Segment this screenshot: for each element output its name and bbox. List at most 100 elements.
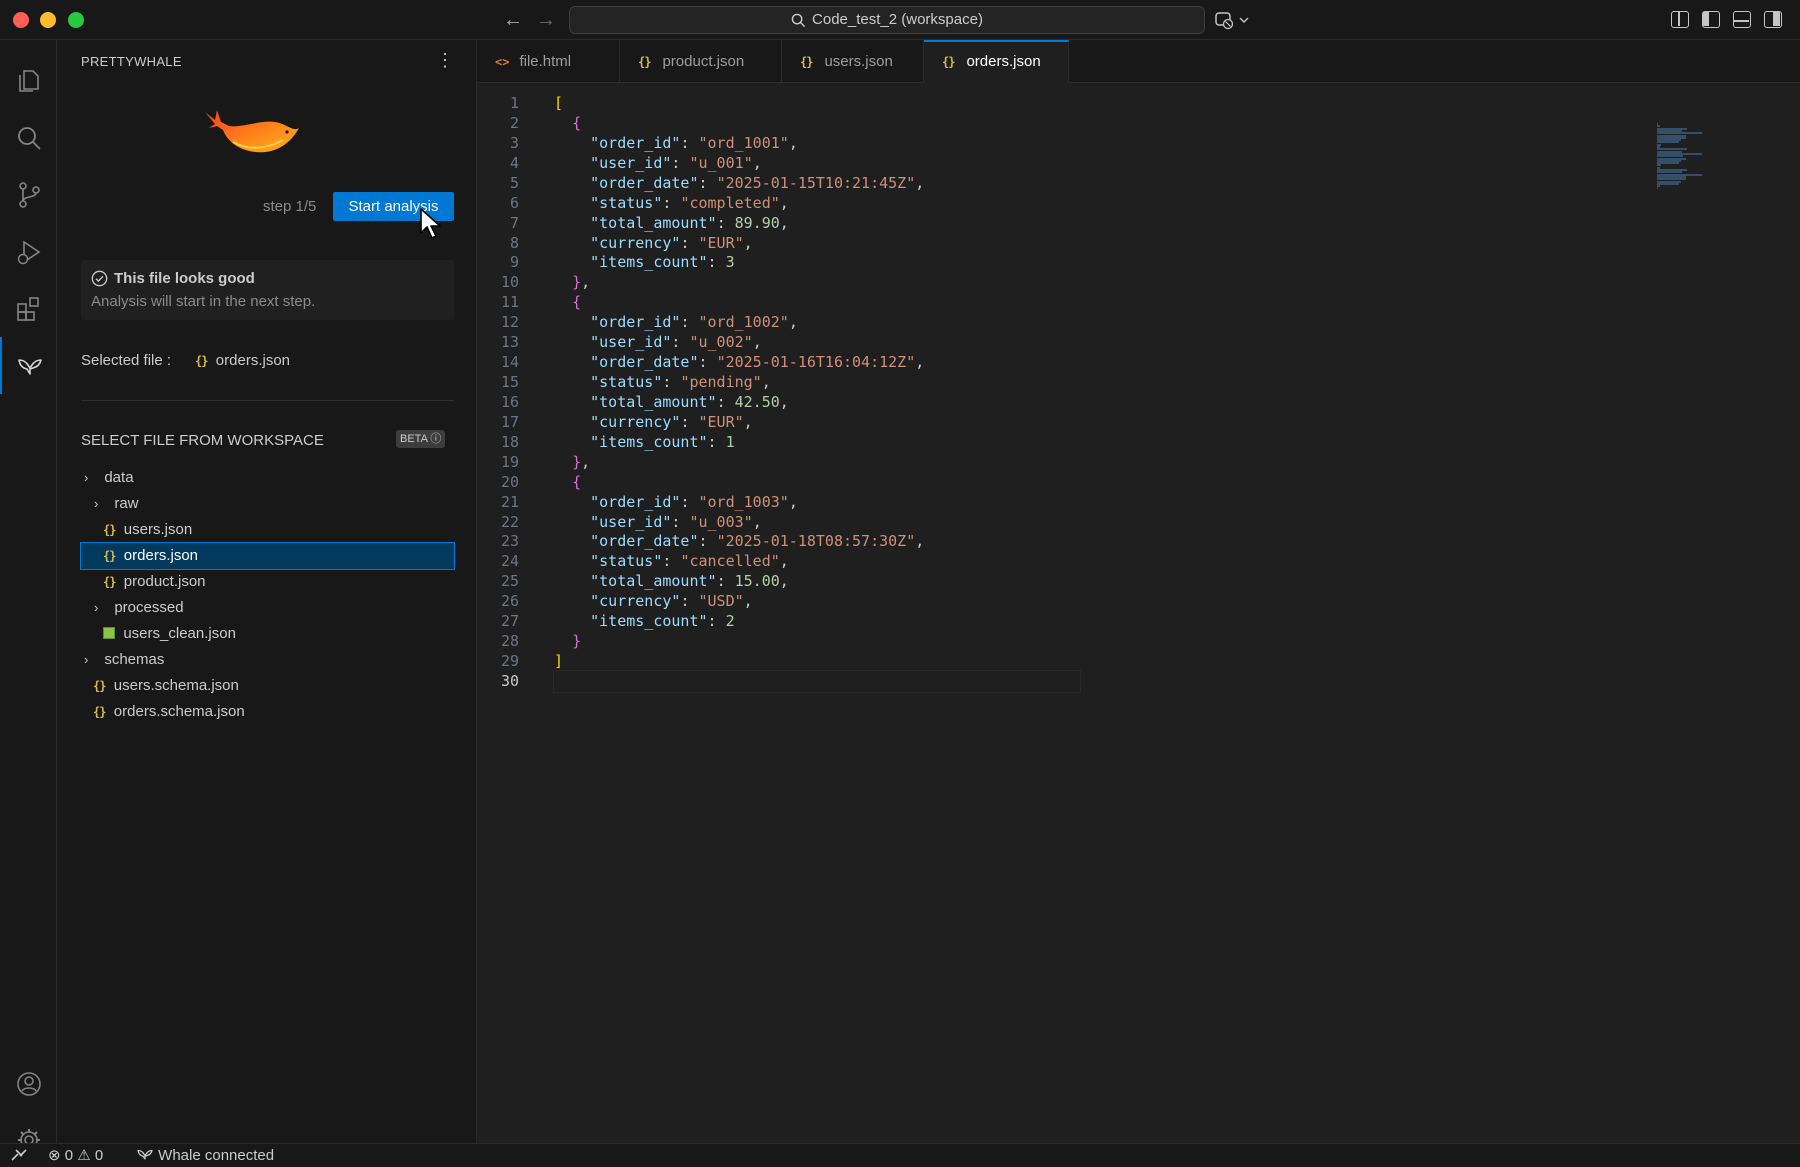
json-icon: {} (93, 679, 106, 693)
tab-orders-json[interactable]: {} orders.json (924, 40, 1069, 83)
explorer-icon[interactable] (0, 52, 57, 109)
selected-file-name: orders.json (215, 352, 290, 369)
tree-file-orders-json[interactable]: {} orders.json (80, 542, 455, 570)
tab-label: product.json (662, 53, 745, 70)
json-value: "2025-01-18T08:57:30Z" (716, 532, 916, 551)
tree-file-orders-schema-json[interactable]: {} orders.schema.json (81, 699, 454, 725)
tab-users-json[interactable]: {} users.json (782, 40, 924, 83)
search-icon (791, 13, 806, 27)
json-value: 1 (725, 432, 735, 451)
maximize-window-button[interactable] (68, 12, 84, 28)
beta-badge: BETA ⓘ (396, 430, 446, 448)
tree-item-label: orders.schema.json (113, 703, 245, 720)
tree-file-users-schema-json[interactable]: {} users.schema.json (81, 673, 454, 699)
tree-item-label: processed (114, 599, 184, 616)
close-window-button[interactable] (13, 12, 29, 28)
tree-folder-processed[interactable]: › processed (81, 595, 454, 621)
json-value: 89.90 (734, 213, 780, 232)
json-value: "u_002" (689, 333, 753, 352)
json-value: "u_003" (689, 512, 753, 531)
tree-file-users-json[interactable]: {} users.json (81, 517, 454, 543)
tree-item-label: data (104, 469, 134, 486)
json-value: "USD" (698, 592, 744, 611)
error-icon: ⊗ (48, 1147, 61, 1164)
minimap-line (1657, 182, 1679, 185)
command-center-search[interactable]: Code_test_2 (workspace) (569, 6, 1205, 34)
json-icon: {} (800, 55, 813, 69)
copilot-icon[interactable] (1214, 10, 1250, 30)
json-value: 2 (725, 612, 735, 631)
prettywhale-tail-icon[interactable] (0, 337, 57, 394)
json-value: 3 (725, 253, 735, 272)
tree-file-product-json[interactable]: {} product.json (81, 569, 454, 595)
selected-file: {} orders.json (195, 352, 290, 369)
run-debug-icon[interactable] (0, 223, 57, 280)
divider (81, 400, 454, 401)
warning-count: 0 (94, 1147, 104, 1164)
json-icon: {} (103, 523, 116, 537)
json-value: 42.50 (734, 392, 780, 411)
json-icon: {} (103, 575, 116, 589)
code-editor[interactable]: 1[2 {3 "order_id": "ord_1001", 4 "user_id… (477, 83, 1800, 1143)
workspace-section-title: SELECT FILE FROM WORKSPACE (81, 432, 324, 449)
minimize-window-button[interactable] (40, 12, 56, 28)
tab-label: orders.json (966, 53, 1041, 70)
customize-layout-icon[interactable] (1671, 11, 1689, 28)
selected-file-label: Selected file : (81, 352, 172, 369)
remote-indicator-icon[interactable] (10, 1144, 28, 1167)
step-indicator: step 1/5 (263, 198, 317, 215)
tree-folder-schemas[interactable]: › schemas (81, 647, 454, 673)
whale-logo (205, 110, 299, 153)
json-value: "2025-01-15T10:21:45Z" (716, 173, 916, 192)
json-value: "2025-01-16T16:04:12Z" (716, 353, 916, 372)
chevron-right-icon: › (84, 652, 89, 667)
warning-icon: ⚠ (77, 1147, 91, 1164)
sidebar-title: PRETTYWHALE (81, 54, 182, 69)
tree-file-users-clean-json[interactable]: users_clean.json (81, 621, 454, 647)
tree-folder-data[interactable]: › data (81, 465, 454, 491)
command-center-text: Code_test_2 (workspace) (812, 11, 983, 28)
info-icon: ⓘ (430, 433, 442, 445)
tab-product-json[interactable]: {} product.json (620, 40, 782, 83)
status-bar: ⊗ 0 ⚠ 0 Whale connected (0, 1143, 1800, 1167)
tree-item-label: users.json (123, 521, 193, 538)
prettywhale-sidebar: PRETTYWHALE ⋮ step 1/5 Start analysis Th… (57, 40, 477, 1143)
line-number: 30 (500, 671, 519, 690)
file-status-notice: This file looks good Analysis will start… (81, 260, 454, 320)
toggle-secondary-sidebar-icon[interactable] (1764, 11, 1782, 28)
toggle-panel-icon[interactable] (1733, 11, 1751, 28)
accounts-icon[interactable] (0, 1055, 57, 1112)
source-control-icon[interactable] (0, 166, 57, 223)
json-value: "ord_1001" (698, 133, 789, 152)
code-line: 30 (477, 670, 1577, 693)
forward-arrow-icon[interactable]: → (534, 8, 558, 32)
json-icon: {} (942, 55, 955, 69)
back-arrow-icon[interactable]: ← (501, 8, 525, 32)
json-value: "ord_1003" (698, 492, 789, 511)
activity-bar (0, 40, 57, 1151)
tree-folder-raw[interactable]: › raw (81, 491, 454, 517)
problems-indicator[interactable]: ⊗ 0 ⚠ 0 (48, 1144, 103, 1167)
mouse-pointer-icon (420, 208, 441, 239)
whale-connection-status[interactable]: Whale connected (136, 1144, 274, 1167)
more-actions-icon[interactable]: ⋮ (435, 50, 455, 70)
json-value: "u_001" (689, 153, 753, 172)
chevron-right-icon: › (84, 470, 89, 485)
tab-label: file.html (519, 53, 572, 70)
chevron-right-icon: › (94, 496, 99, 511)
tab-file-html[interactable]: <> file.html (477, 40, 620, 83)
chevron-right-icon: › (94, 600, 99, 615)
json-icon: {} (638, 55, 651, 69)
json-icon: {} (103, 549, 116, 563)
whale-status-text: Whale connected (158, 1147, 275, 1164)
json-value: "EUR" (698, 233, 744, 252)
minimap[interactable] (1657, 123, 1717, 193)
tab-label: users.json (824, 53, 893, 70)
notice-title: This file looks good (114, 270, 255, 287)
search-icon[interactable] (0, 109, 57, 166)
toggle-primary-sidebar-icon[interactable] (1702, 11, 1720, 28)
json-value: 15.00 (734, 572, 780, 591)
extensions-icon[interactable] (0, 280, 57, 337)
tree-item-label: users_clean.json (123, 625, 236, 642)
tree-item-label: users.schema.json (113, 677, 239, 694)
